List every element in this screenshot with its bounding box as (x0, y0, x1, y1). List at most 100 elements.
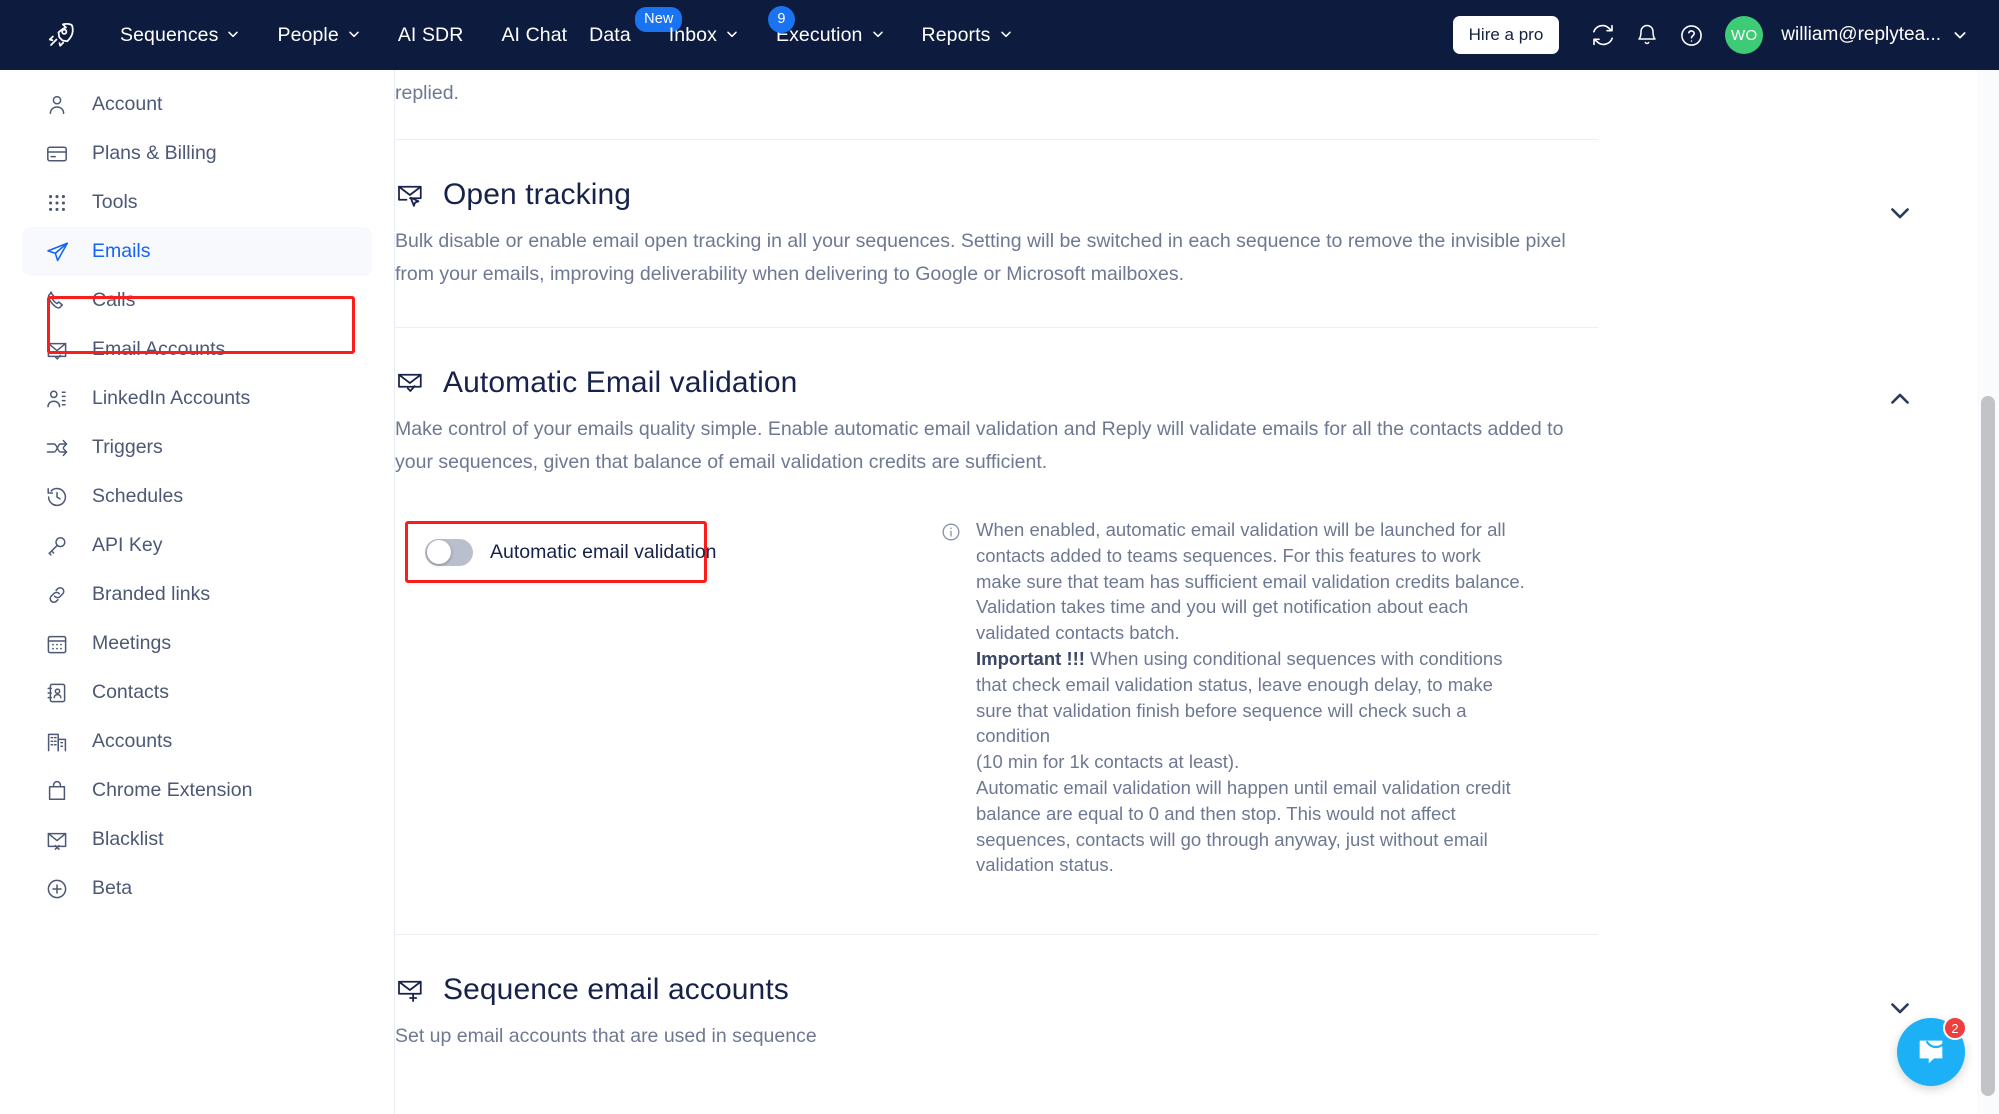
chevron-down-icon[interactable] (1885, 993, 1915, 1023)
nav-item-ai-chat[interactable]: AI Chat (501, 24, 567, 47)
toggle-label: Automatic email validation (490, 540, 717, 563)
nav-primary-links: Sequences People AI SDR AI Chat New Data… (120, 5, 1012, 47)
section-header: Automatic Email validation (395, 366, 1975, 400)
sidebar-item-label: Branded links (92, 583, 211, 605)
people-icon (44, 386, 70, 412)
contact-book-icon (44, 680, 70, 706)
sidebar-item-schedules[interactable]: Schedules (22, 472, 372, 521)
automatic-email-validation-highlight-box: Automatic email validation (405, 521, 717, 583)
nav-item-reports[interactable]: Reports (922, 24, 1012, 47)
section-header: Open tracking (395, 178, 1975, 212)
section-description: Bulk disable or enable email open tracki… (395, 230, 1566, 285)
sidebar-item-email-accounts[interactable]: Email Accounts (22, 325, 372, 374)
refresh-icon[interactable] (1581, 13, 1625, 57)
info-circle-icon (941, 522, 961, 878)
nav-label: Sequences (120, 23, 219, 46)
building-icon (44, 729, 70, 755)
chevron-down-icon (348, 28, 360, 40)
nav-item-execution[interactable]: 9 Execution (767, 5, 884, 47)
notification-bell-icon[interactable] (1625, 13, 1669, 57)
sidebar-item-label: Contacts (92, 681, 169, 703)
avatar[interactable]: WO (1725, 16, 1764, 54)
chevron-up-icon[interactable] (1885, 384, 1915, 414)
chevron-down-icon[interactable] (1885, 198, 1915, 228)
sidebar-item-label: Account (92, 93, 163, 115)
sidebar-item-label: Calls (92, 289, 136, 311)
sidebar-item-tools[interactable]: Tools (22, 178, 372, 227)
intercom-unread-badge: 2 (1943, 1016, 1967, 1040)
email-validation-controls: Automatic email validation When enabled,… (395, 519, 1975, 878)
sidebar-item-plans-billing[interactable]: Plans & Billing (22, 129, 372, 178)
info-paragraph-1: When enabled, automatic email validation… (976, 519, 1525, 592)
scrolled-text-fragment: replied. (395, 82, 459, 104)
bag-icon (44, 778, 70, 804)
chevron-down-icon (726, 28, 738, 40)
user-email-label[interactable]: william@replytea... (1781, 24, 1941, 46)
nav-item-ai-sdr[interactable]: AI SDR (398, 24, 464, 47)
sidebar-item-meetings[interactable]: Meetings (22, 619, 372, 668)
settings-sidebar: Account Plans & Billing Tools Emails Cal… (0, 70, 395, 1114)
sidebar-item-api-key[interactable]: API Key (22, 521, 372, 570)
chevron-down-icon (227, 28, 239, 40)
sidebar-item-chrome-extension[interactable]: Chrome Extension (22, 766, 372, 815)
sidebar-item-beta[interactable]: Beta (22, 864, 372, 913)
sidebar-item-blacklist[interactable]: Blacklist (22, 815, 372, 864)
automatic-email-validation-toggle[interactable] (425, 538, 473, 566)
top-navigation-bar: Sequences People AI SDR AI Chat New Data… (0, 0, 1999, 70)
toggle-knob (426, 540, 451, 564)
nav-item-people[interactable]: People (277, 24, 359, 47)
credit-card-icon (44, 141, 70, 167)
chevron-down-icon (1000, 28, 1012, 40)
sidebar-item-label: Chrome Extension (92, 779, 253, 801)
hire-a-pro-button[interactable]: Hire a pro (1452, 16, 1560, 54)
help-circle-icon[interactable] (1669, 13, 1713, 57)
nav-label: Reports (921, 23, 991, 46)
chevron-down-icon[interactable] (1953, 28, 1966, 40)
sidebar-item-triggers[interactable]: Triggers (22, 423, 372, 472)
intercom-chat-launcher[interactable]: 2 (1897, 1016, 1967, 1086)
sidebar-item-accounts[interactable]: Accounts (22, 717, 372, 766)
sidebar-item-label: Emails (92, 240, 151, 262)
section-header: Sequence email accounts (395, 973, 1975, 1007)
info-panel: When enabled, automatic email validation… (941, 517, 1531, 878)
info-panel-text: When enabled, automatic email validation… (976, 517, 1531, 878)
sidebar-item-label: API Key (92, 534, 163, 556)
nav-item-inbox[interactable]: Inbox (669, 24, 738, 47)
nav-item-data[interactable]: New Data (589, 6, 683, 47)
sidebar-item-branded-links[interactable]: Branded links (22, 570, 372, 619)
section-title: Automatic Email validation (443, 366, 798, 399)
sidebar-item-label: LinkedIn Accounts (92, 387, 251, 409)
envelope-plus-icon (395, 975, 425, 1005)
sidebar-item-label: Beta (92, 877, 133, 899)
sidebar-item-label: Meetings (92, 632, 172, 654)
section-description: Set up email accounts that are used in s… (395, 1025, 817, 1048)
sidebar-item-label: Accounts (92, 730, 173, 752)
calendar-icon (44, 631, 70, 657)
sidebar-item-emails[interactable]: Emails (22, 227, 372, 276)
info-paragraph-5: Automatic email validation will happen u… (976, 776, 1511, 876)
sidebar-item-calls[interactable]: Calls (22, 276, 372, 325)
section-open-tracking: Open tracking Bulk disable or enable ema… (395, 178, 1975, 291)
key-icon (44, 533, 70, 559)
clock-history-icon (44, 484, 70, 510)
paper-plane-icon (44, 239, 70, 265)
sidebar-item-label: Triggers (92, 436, 163, 458)
user-icon (44, 92, 70, 118)
page-scrollbar-thumb[interactable] (1981, 396, 1995, 1096)
section-automatic-email-validation: Automatic Email validation Make control … (395, 366, 1975, 878)
rocket-logo-icon[interactable] (44, 18, 78, 52)
nav-item-sequences[interactable]: Sequences (120, 24, 239, 47)
section-sequence-email-accounts: Sequence email accounts Set up email acc… (395, 973, 1975, 1053)
nav-label: People (277, 23, 339, 46)
chat-bubble-icon (1919, 1040, 1943, 1064)
execution-count-badge: 9 (767, 5, 795, 33)
sidebar-item-account[interactable]: Account (22, 80, 372, 129)
sidebar-item-linkedin-accounts[interactable]: LinkedIn Accounts (22, 374, 372, 423)
section-title: Open tracking (443, 178, 632, 211)
nav-label: AI SDR (397, 23, 464, 46)
section-divider (395, 934, 1598, 936)
sidebar-item-label: Blacklist (92, 828, 164, 850)
envelope-x-icon (44, 827, 70, 853)
sidebar-item-contacts[interactable]: Contacts (22, 668, 372, 717)
sidebar-item-label: Email Accounts (92, 338, 226, 360)
